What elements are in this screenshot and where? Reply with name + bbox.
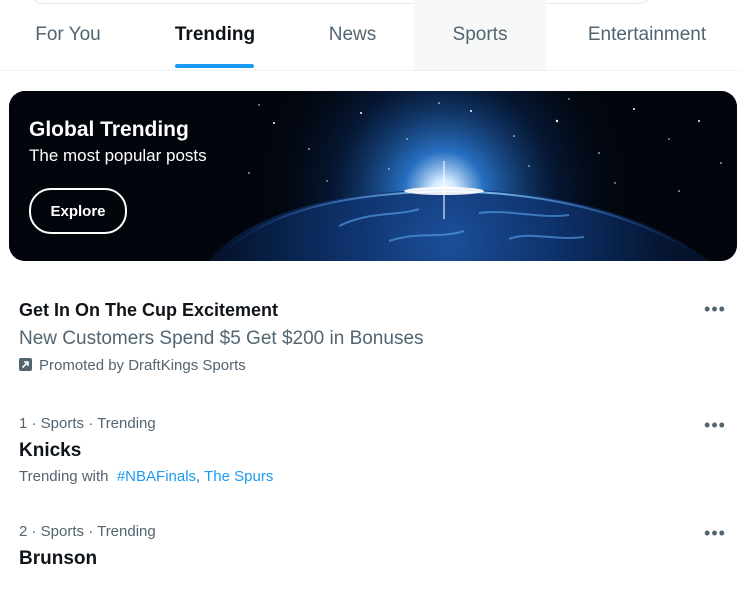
trend-meta: 1 · Sports · Trending bbox=[19, 415, 156, 432]
tab-for-you[interactable]: For You bbox=[20, 0, 116, 70]
tab-entertainment[interactable]: Entertainment bbox=[568, 0, 726, 70]
trending-with-line: Trending with #NBAFinals, The Spurs bbox=[19, 468, 273, 485]
trend-tag-link[interactable]: The Spurs bbox=[204, 468, 273, 485]
tab-news[interactable]: News bbox=[310, 0, 395, 70]
trend-tag-link[interactable]: #NBAFinals bbox=[117, 468, 196, 485]
trend-item[interactable]: 1 · Sports · Trending Knicks Trending wi… bbox=[0, 412, 741, 492]
promoted-trend[interactable]: Get In On The Cup Excitement New Custome… bbox=[0, 296, 741, 386]
earth-space-image bbox=[9, 91, 737, 261]
more-options-icon[interactable]: ••• bbox=[700, 415, 730, 435]
trend-meta: 2 · Sports · Trending bbox=[19, 523, 156, 540]
trend-name: Knicks bbox=[19, 440, 82, 461]
more-options-icon[interactable]: ••• bbox=[700, 299, 730, 319]
explore-button[interactable]: Explore bbox=[29, 188, 127, 234]
more-options-icon[interactable]: ••• bbox=[700, 523, 730, 543]
promoted-arrow-icon bbox=[19, 358, 32, 371]
banner-title: Global Trending bbox=[29, 118, 189, 141]
trend-item[interactable]: 2 · Sports · Trending Brunson ••• bbox=[0, 520, 741, 580]
active-tab-indicator bbox=[175, 64, 254, 68]
global-trending-banner[interactable]: Global Trending The most popular posts E… bbox=[9, 91, 737, 261]
promoted-by-line: Promoted by DraftKings Sports bbox=[19, 357, 246, 374]
tab-trending[interactable]: Trending bbox=[160, 0, 270, 70]
trend-name: Brunson bbox=[19, 548, 98, 569]
promoted-title: Get In On The Cup Excitement bbox=[19, 300, 279, 320]
tag-separator: , bbox=[196, 468, 201, 485]
promoted-subtitle: New Customers Spend $5 Get $200 in Bonus… bbox=[19, 328, 424, 349]
tab-bar: For You Trending News Sports Entertainme… bbox=[0, 0, 741, 71]
tab-sports[interactable]: Sports bbox=[414, 0, 546, 70]
trending-with-label: Trending with bbox=[19, 468, 109, 485]
banner-subtitle: The most popular posts bbox=[29, 146, 207, 165]
promoted-by-text: Promoted by DraftKings Sports bbox=[39, 357, 246, 374]
